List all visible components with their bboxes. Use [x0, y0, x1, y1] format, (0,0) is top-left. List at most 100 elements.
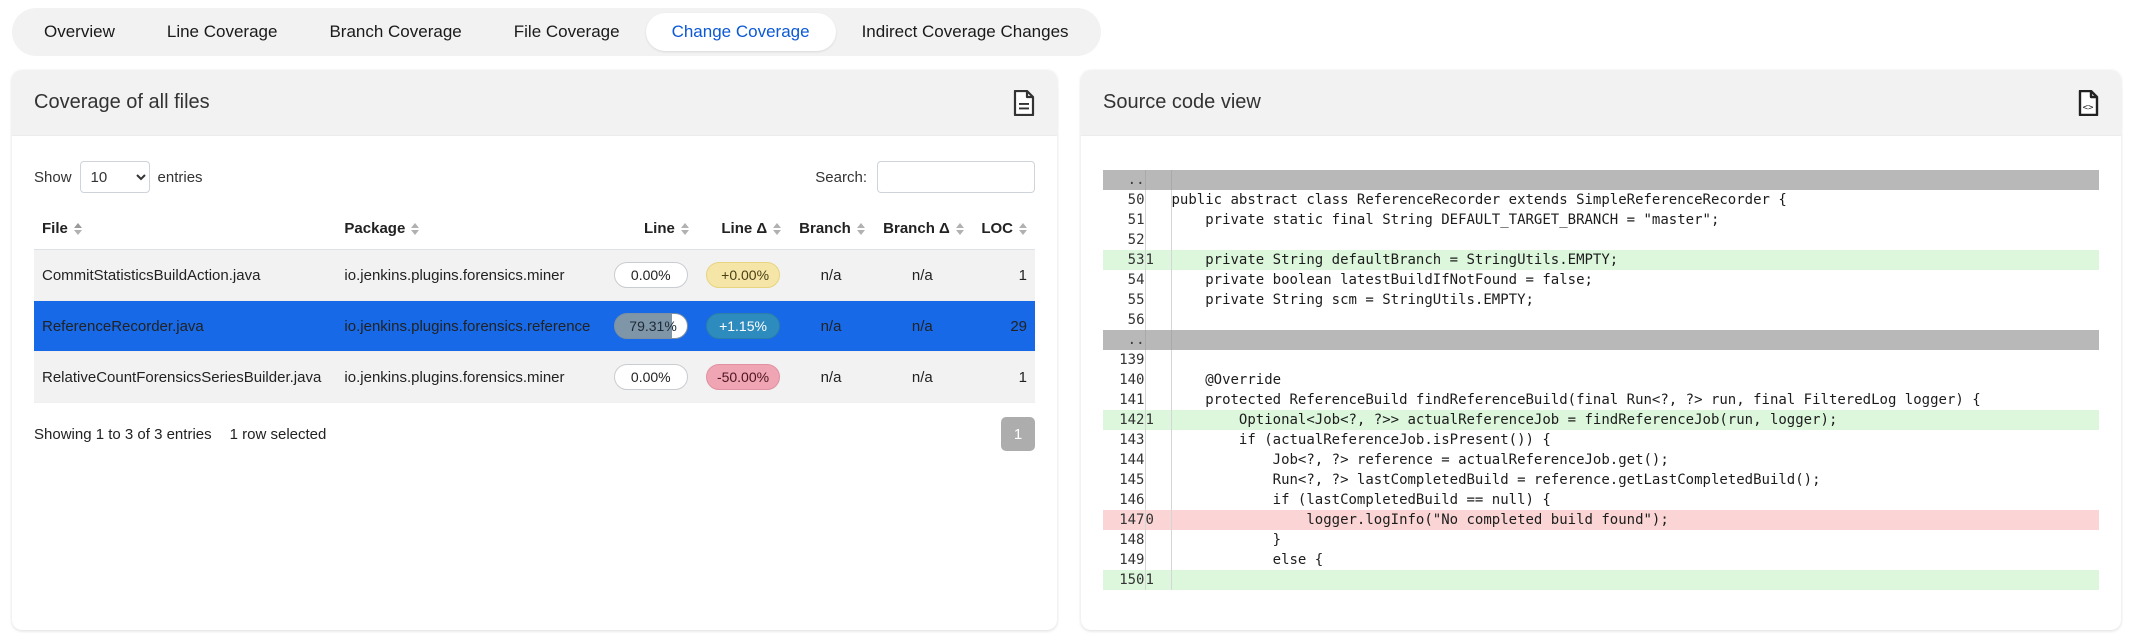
column-header-branch[interactable]: Branch	[789, 210, 873, 250]
code-line-number: 145	[1103, 470, 1145, 490]
code-line-number: 52	[1103, 230, 1145, 250]
code-line-hits: 1	[1145, 250, 1171, 270]
cell-line-delta: +0.00%	[697, 250, 789, 301]
code-line-row: 50public abstract class ReferenceRecorde…	[1103, 190, 2099, 210]
code-line-source: }	[1171, 530, 2099, 550]
column-header-line[interactable]: Line	[605, 210, 697, 250]
cell-loc: 1	[972, 250, 1035, 301]
cell-branch: n/a	[789, 352, 873, 403]
coverage-table: FilePackage Line Line Δ Branch Branch Δ LOC C…	[34, 210, 1035, 403]
search-control: Search:	[815, 161, 1035, 193]
code-line-hits: 1	[1145, 410, 1171, 430]
code-line-number: 146	[1103, 490, 1145, 510]
code-line-hits: 0	[1145, 510, 1171, 530]
column-header-line_d[interactable]: Line Δ	[697, 210, 789, 250]
code-line-source	[1171, 570, 2099, 590]
source-code-lines: ..50public abstract class ReferenceRecor…	[1103, 170, 2099, 590]
page-length-select[interactable]: 102550100	[80, 161, 150, 193]
code-line-number: 56	[1103, 310, 1145, 330]
cell-loc: 29	[972, 301, 1035, 352]
column-header-file[interactable]: File	[34, 210, 336, 250]
cell-line-coverage: 79.31%	[605, 301, 697, 352]
cell-package: io.jenkins.plugins.forensics.miner	[336, 352, 604, 403]
code-line-number: 53	[1103, 250, 1145, 270]
code-line-row: 139	[1103, 350, 2099, 370]
line-delta-badge: -50.00%	[706, 364, 780, 390]
table-row[interactable]: ReferenceRecorder.javaio.jenkins.plugins…	[34, 301, 1035, 352]
code-line-hits	[1145, 470, 1171, 490]
tab-line-coverage[interactable]: Line Coverage	[141, 13, 304, 51]
line-coverage-badge: 79.31%	[614, 313, 688, 339]
code-line-number: 50	[1103, 190, 1145, 210]
cell-package: io.jenkins.plugins.forensics.reference	[336, 301, 604, 352]
code-line-number: 140	[1103, 370, 1145, 390]
code-line-hits	[1145, 390, 1171, 410]
code-line-source: if (lastCompletedBuild == null) {	[1171, 490, 2099, 510]
code-line-row: 141 protected ReferenceBuild findReferen…	[1103, 390, 2099, 410]
length-control: Show 102550100 entries	[34, 161, 203, 193]
code-line-number: 55	[1103, 290, 1145, 310]
code-line-row: 531 private String defaultBranch = Strin…	[1103, 250, 2099, 270]
code-line-row: 55 private String scm = StringUtils.EMPT…	[1103, 290, 2099, 310]
column-header-package[interactable]: Package	[336, 210, 604, 250]
code-line-hits	[1145, 530, 1171, 550]
table-header-row: FilePackage Line Line Δ Branch Branch Δ LOC	[34, 210, 1035, 250]
code-line-number: 150	[1103, 570, 1145, 590]
source-code-viewport[interactable]: ..50public abstract class ReferenceRecor…	[1103, 170, 2099, 630]
code-line-source: private String scm = StringUtils.EMPTY;	[1171, 290, 2099, 310]
code-line-number: 143	[1103, 430, 1145, 450]
code-line-source	[1171, 350, 2099, 370]
column-header-label: Line	[644, 220, 675, 237]
source-code-title: Source code view	[1103, 91, 1261, 114]
tab-overview[interactable]: Overview	[18, 13, 141, 51]
code-line-source	[1171, 330, 2099, 350]
column-header-label: LOC	[981, 220, 1013, 237]
file-document-icon[interactable]	[1013, 90, 1035, 116]
code-line-hits	[1145, 210, 1171, 230]
search-label: Search:	[815, 169, 867, 186]
page-title: Coverage of all files	[34, 91, 210, 114]
cell-branch-delta: n/a	[873, 352, 972, 403]
code-line-source	[1171, 170, 2099, 190]
code-line-hits	[1145, 170, 1171, 190]
column-header-loc[interactable]: LOC	[972, 210, 1035, 250]
code-line-hits	[1145, 190, 1171, 210]
code-line-number: ..	[1103, 170, 1145, 190]
code-line-source: Optional<Job<?, ?>> actualReferenceJob =…	[1171, 410, 2099, 430]
source-code-header: Source code view <>	[1081, 70, 2121, 136]
file-code-icon[interactable]: <>	[2077, 90, 2099, 116]
cell-line-coverage: 0.00%	[605, 352, 697, 403]
tab-change-coverage[interactable]: Change Coverage	[646, 13, 836, 51]
code-line-hits	[1145, 370, 1171, 390]
table-row[interactable]: RelativeCountForensicsSeriesBuilder.java…	[34, 352, 1035, 403]
code-line-row: 149 else {	[1103, 550, 2099, 570]
table-controls: Show 102550100 entries Search:	[34, 154, 1035, 200]
code-line-source: else {	[1171, 550, 2099, 570]
cell-branch-delta: n/a	[873, 301, 972, 352]
selection-info: 1 row selected	[230, 426, 327, 443]
pagination-page-1[interactable]: 1	[1001, 417, 1035, 451]
code-line-row: 145 Run<?, ?> lastCompletedBuild = refer…	[1103, 470, 2099, 490]
code-line-hits: 1	[1145, 570, 1171, 590]
cell-file: CommitStatisticsBuildAction.java	[34, 250, 336, 301]
column-header-label: Branch	[799, 220, 851, 237]
column-header-label: Line Δ	[721, 220, 767, 237]
code-line-row: 143 if (actualReferenceJob.isPresent()) …	[1103, 430, 2099, 450]
code-line-row: 140 @Override	[1103, 370, 2099, 390]
code-line-number: 139	[1103, 350, 1145, 370]
code-line-hits	[1145, 350, 1171, 370]
cell-branch-delta: n/a	[873, 250, 972, 301]
cell-loc: 1	[972, 352, 1035, 403]
code-line-row: 1470 logger.logInfo("No completed build …	[1103, 510, 2099, 530]
line-delta-badge: +1.15%	[706, 313, 780, 339]
tab-indirect-coverage-changes[interactable]: Indirect Coverage Changes	[836, 13, 1095, 51]
tab-branch-coverage[interactable]: Branch Coverage	[303, 13, 487, 51]
line-coverage-badge: 0.00%	[614, 364, 688, 390]
search-input[interactable]	[877, 161, 1035, 193]
table-row[interactable]: CommitStatisticsBuildAction.javaio.jenki…	[34, 250, 1035, 301]
column-header-branch_d[interactable]: Branch Δ	[873, 210, 972, 250]
coverage-table-body: Show 102550100 entries Search: FilePacka…	[12, 136, 1057, 451]
tab-file-coverage[interactable]: File Coverage	[488, 13, 646, 51]
coverage-table-card: Coverage of all files Show 102550100 ent…	[12, 70, 1057, 630]
code-line-number: 149	[1103, 550, 1145, 570]
